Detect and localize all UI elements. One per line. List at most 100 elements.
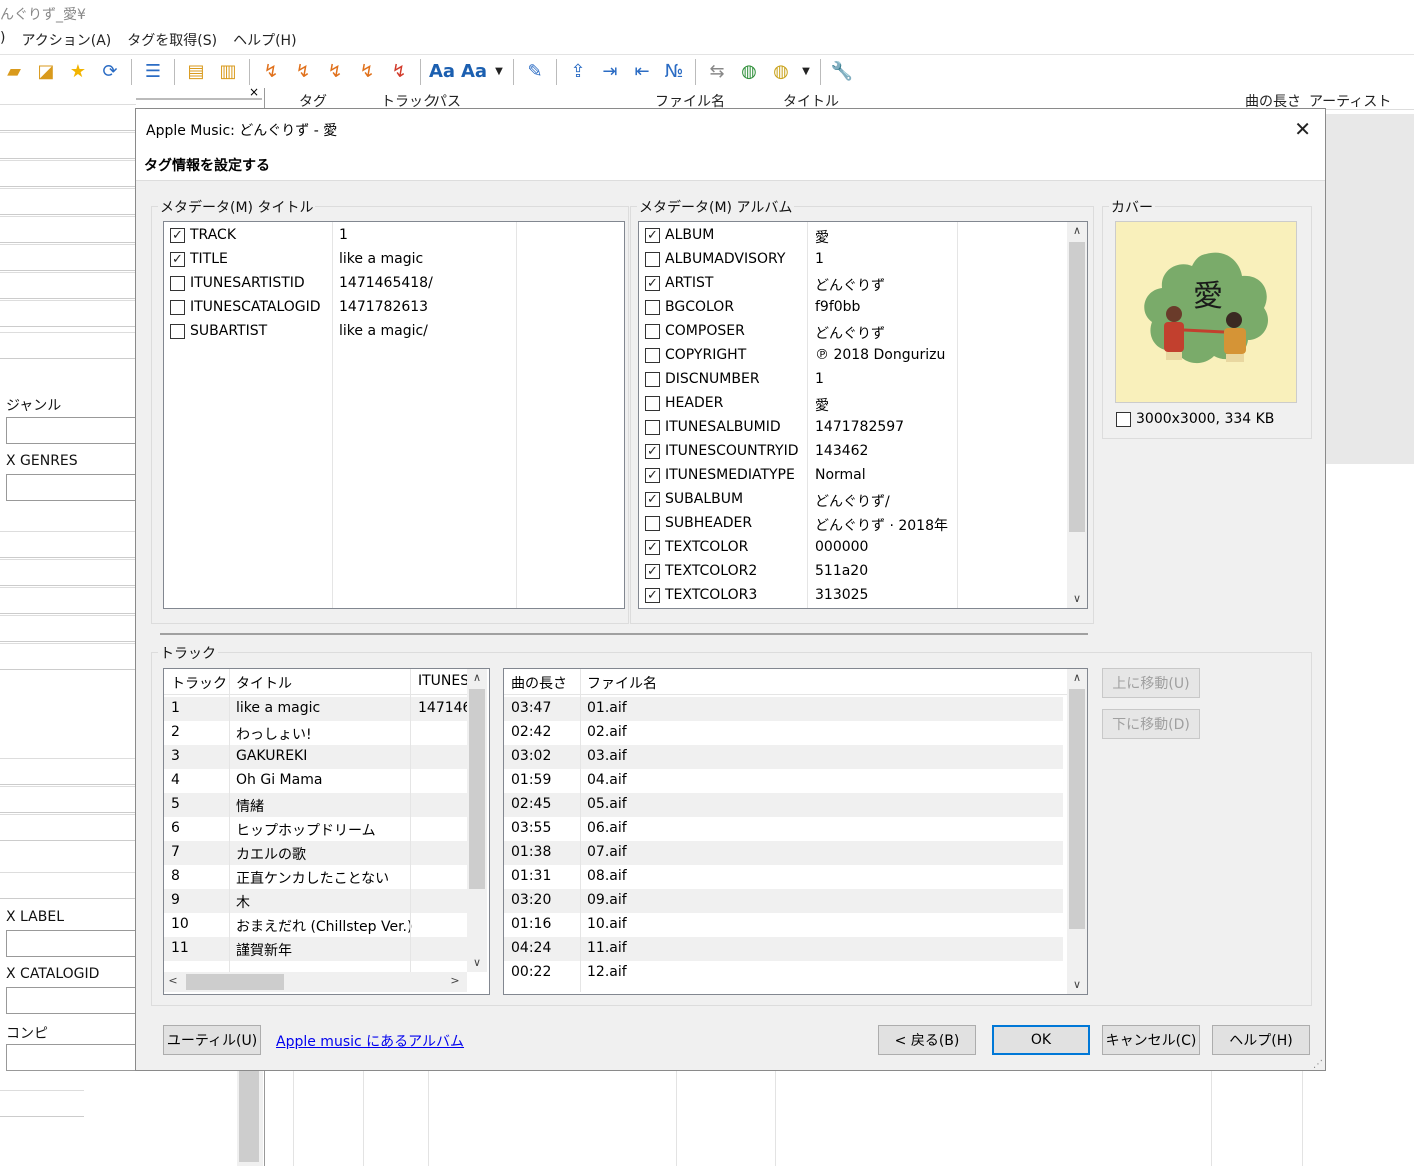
- metadata-value[interactable]: 143462: [815, 443, 868, 459]
- tag-source-5-icon[interactable]: ↯: [385, 58, 413, 86]
- panel-field[interactable]: [0, 531, 136, 558]
- track-row[interactable]: 3 GAKUREKI: [164, 745, 467, 769]
- column-filename[interactable]: ファイル名: [587, 673, 657, 693]
- tag-to-file-icon[interactable]: ⇥: [596, 58, 624, 86]
- metadata-checkbox[interactable]: ✓: [645, 564, 660, 579]
- x-label-input[interactable]: [6, 930, 136, 957]
- track-file-row[interactable]: 03:55 06.aif: [504, 817, 1063, 841]
- track-file-row[interactable]: 00:22 12.aif: [504, 961, 1063, 985]
- metadata-row[interactable]: ✓ SUBALBUM どんぐりず/: [639, 488, 1087, 512]
- column-track-no[interactable]: トラック: [171, 673, 227, 693]
- panel-field[interactable]: [0, 332, 136, 359]
- metadata-checkbox[interactable]: ✓: [170, 252, 185, 267]
- panel-field[interactable]: [0, 1090, 84, 1117]
- track-file-row[interactable]: 01:16 10.aif: [504, 913, 1063, 937]
- tag-source-1-icon[interactable]: ↯: [257, 58, 285, 86]
- tag-source-2-icon[interactable]: ↯: [289, 58, 317, 86]
- title-metadata-list[interactable]: ✓ TRACK 1 ✓ TITLE like a magic ITUNESARTISTID 1…: [163, 221, 625, 609]
- numbering-icon[interactable]: №: [660, 58, 688, 86]
- metadata-checkbox[interactable]: [645, 420, 660, 435]
- metadata-value[interactable]: どんぐりず · 2018年: [815, 515, 948, 535]
- metadata-checkbox[interactable]: ✓: [645, 588, 660, 603]
- resize-grip-icon[interactable]: ⋰: [1313, 1059, 1323, 1070]
- panel-field[interactable]: [0, 244, 136, 271]
- track-file-row[interactable]: 03:47 01.aif: [504, 697, 1063, 721]
- apple-music-album-link[interactable]: Apple music にあるアルバム: [276, 1031, 464, 1051]
- scrollbar-thumb[interactable]: [1069, 689, 1085, 929]
- metadata-checkbox[interactable]: [645, 324, 660, 339]
- track-title-list[interactable]: トラック タイトル ITUNES 11 謹賀新年 10 おまえだれ (Chillste…: [163, 668, 490, 995]
- metadata-checkbox[interactable]: [645, 372, 660, 387]
- export-icon[interactable]: ⇪: [564, 58, 592, 86]
- tag-source-3-icon[interactable]: ↯: [321, 58, 349, 86]
- metadata-value[interactable]: 1: [815, 251, 824, 267]
- metadata-checkbox[interactable]: ✓: [645, 540, 660, 555]
- edit-icon[interactable]: ✎: [521, 58, 549, 86]
- x-catalogid-input[interactable]: [6, 987, 136, 1014]
- metadata-value[interactable]: f9f0bb: [815, 299, 860, 315]
- metadata-row[interactable]: ✓ TEXTCOLOR 000000: [639, 536, 1087, 560]
- column-track-title[interactable]: タイトル: [236, 673, 292, 693]
- back-button[interactable]: < 戻る(B): [878, 1025, 976, 1055]
- track-row[interactable]: 5 情緒: [164, 793, 467, 817]
- metadata-value[interactable]: 511a20: [815, 563, 868, 579]
- cover-image[interactable]: 愛: [1115, 221, 1297, 403]
- metadata-checkbox[interactable]: [170, 324, 185, 339]
- metadata-checkbox[interactable]: ✓: [645, 492, 660, 507]
- column-itunes[interactable]: ITUNES: [418, 673, 469, 689]
- metadata-checkbox[interactable]: [645, 348, 660, 363]
- help-button[interactable]: ヘルプ(H): [1212, 1025, 1310, 1055]
- metadata-value[interactable]: 1471782613: [339, 299, 428, 315]
- favorite-star-icon[interactable]: ★: [64, 58, 92, 86]
- metadata-checkbox[interactable]: [645, 516, 660, 531]
- scrollbar-thumb[interactable]: [239, 1070, 259, 1162]
- tools-icon[interactable]: 🔧: [828, 58, 856, 86]
- open-folder-alt-icon[interactable]: ◪: [32, 58, 60, 86]
- refresh-icon[interactable]: ⟳: [96, 58, 124, 86]
- panel-field[interactable]: [0, 188, 136, 215]
- metadata-row[interactable]: ✓ ALBUM 愛: [639, 224, 1087, 248]
- metadata-row[interactable]: ITUNESARTISTID 1471465418/: [164, 272, 624, 296]
- menu-item-partial[interactable]: ): [0, 30, 5, 52]
- utility-button[interactable]: ユーティル(U): [163, 1025, 261, 1055]
- scroll-down-arrow[interactable]: ∨: [467, 954, 487, 972]
- open-folder-icon[interactable]: ▰: [0, 58, 28, 86]
- ok-button[interactable]: OK: [992, 1025, 1090, 1055]
- metadata-row[interactable]: ✓ TEXTCOLOR3 313025: [639, 584, 1087, 608]
- track-row[interactable]: 4 Oh Gi Mama: [164, 769, 467, 793]
- panel-field[interactable]: [0, 272, 136, 299]
- metadata-checkbox[interactable]: [170, 300, 185, 315]
- column-length[interactable]: 曲の長さ: [511, 673, 567, 693]
- panel-field[interactable]: [0, 587, 136, 614]
- track-file-list[interactable]: 曲の長さ ファイル名 00:22 12.aif 04:24 11.aif 01:16 10…: [503, 668, 1088, 995]
- metadata-checkbox[interactable]: [645, 300, 660, 315]
- metadata-row[interactable]: ✓ ITUNESCOUNTRYID 143462: [639, 440, 1087, 464]
- web-source-icon[interactable]: ◍: [735, 58, 763, 86]
- track-row[interactable]: 11 謹賀新年: [164, 937, 467, 961]
- file-list-scrollbar[interactable]: [237, 1070, 263, 1166]
- web-source-alt-icon[interactable]: ◍: [767, 58, 795, 86]
- dropdown-icon[interactable]: ▼: [799, 58, 813, 86]
- track-row[interactable]: 10 おまえだれ (Chillstep Ver.): [164, 913, 467, 937]
- metadata-value[interactable]: どんぐりず: [815, 275, 885, 295]
- metadata-value[interactable]: 000000: [815, 539, 868, 555]
- metadata-row[interactable]: DISCNUMBER 1: [639, 368, 1087, 392]
- panel-field[interactable]: [0, 300, 136, 327]
- metadata-row[interactable]: ALBUMADVISORY 1: [639, 248, 1087, 272]
- panel-close-icon[interactable]: ×: [249, 85, 259, 99]
- track-row[interactable]: 2 わっしょい!: [164, 721, 467, 745]
- panel-field[interactable]: [0, 132, 136, 159]
- close-icon[interactable]: ✕: [1294, 117, 1311, 141]
- scroll-right-arrow[interactable]: >: [446, 972, 464, 990]
- metadata-value[interactable]: 1471465418/: [339, 275, 433, 291]
- panel-field[interactable]: [0, 216, 136, 243]
- metadata-checkbox[interactable]: [645, 396, 660, 411]
- metadata-checkbox[interactable]: [170, 276, 185, 291]
- panel-field[interactable]: [0, 786, 136, 813]
- metadata-row[interactable]: ITUNESCATALOGID 1471782613: [164, 296, 624, 320]
- metadata-row[interactable]: COPYRIGHT ℗ 2018 Dongurizu: [639, 344, 1087, 368]
- metadata-row[interactable]: ✓ TEXTCOLOR2 511a20: [639, 560, 1087, 584]
- track-file-row[interactable]: 02:42 02.aif: [504, 721, 1063, 745]
- track-row[interactable]: 8 正直ケンカしたことない: [164, 865, 467, 889]
- genre-input[interactable]: [6, 417, 136, 444]
